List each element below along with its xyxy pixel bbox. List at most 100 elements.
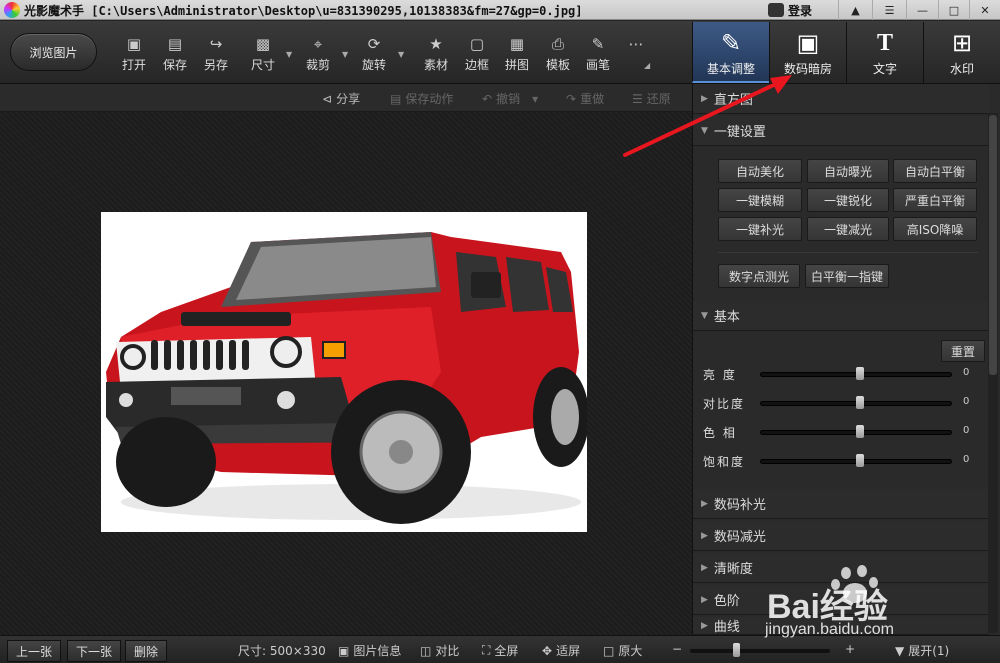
restore-button[interactable]: ☰ 还原 — [632, 90, 671, 107]
save-as-button[interactable]: ↪ 另存 — [196, 35, 236, 75]
digital-spot-metering-button[interactable]: 数字点测光 — [718, 264, 800, 288]
auto-exposure-button[interactable]: 自动曝光 — [807, 159, 889, 183]
tab-basic-adjust[interactable]: ✎ 基本调整 — [692, 22, 769, 83]
reset-button[interactable]: 重置 — [941, 340, 985, 362]
resize-dropdown-icon[interactable]: ▼ — [286, 50, 296, 60]
redo-button[interactable]: ↷ 重做 — [566, 90, 604, 107]
zoom-in-icon[interactable]: + — [845, 642, 855, 656]
undo-dropdown-icon[interactable]: ▾ — [532, 92, 538, 106]
material-button[interactable]: ★ 素材 — [416, 35, 456, 75]
close-icon[interactable]: ✕ — [969, 0, 1000, 20]
fit-screen-button[interactable]: ✥ 适屏 — [542, 642, 580, 659]
resize-button[interactable]: ▩ 尺寸 — [243, 35, 283, 75]
frame-button[interactable]: ▢ 边框 — [457, 35, 497, 75]
saturation-label: 饱和度 — [703, 454, 746, 469]
next-image-button[interactable]: 下一张 — [67, 640, 122, 662]
section-basic[interactable]: ▼ 基本 — [693, 301, 989, 331]
rotate-dropdown-icon[interactable]: ▼ — [398, 50, 408, 60]
edit-action-bar: ⊲ 分享 ▤ 保存动作 ↶ 撤销 ▾ ↷ 重做 ☰ 还原 — [0, 84, 692, 112]
collage-icon: ▦ — [509, 35, 525, 53]
section-oneclick[interactable]: ▼ 一键设置 — [693, 116, 989, 146]
image-info-button[interactable]: ▣ 图片信息 — [338, 642, 401, 659]
collapsed-arrow-icon: ▶ — [701, 620, 708, 631]
brush-button[interactable]: ✎ 画笔 — [578, 35, 618, 75]
section-reduce-light[interactable]: ▶ 数码减光 — [693, 521, 989, 551]
expand-corner-icon[interactable]: ◢ — [644, 61, 654, 71]
hue-slider[interactable]: 色 相 0 — [703, 422, 983, 442]
tab-text[interactable]: T 文字 — [846, 22, 923, 83]
contrast-thumb[interactable] — [856, 396, 864, 409]
fit-screen-icon: ✥ — [542, 643, 553, 658]
photo-preview[interactable] — [101, 212, 587, 532]
share-button[interactable]: ⊲ 分享 — [322, 90, 360, 107]
material-icon: ★ — [429, 35, 443, 53]
status-bar: 上一张 下一张 删除 尺寸: 500×330 ▣ 图片信息 ◫ 对比 ⛶ 全屏 … — [0, 635, 1000, 663]
zoom-slider[interactable] — [690, 649, 830, 653]
resize-icon: ▩ — [255, 35, 271, 53]
expanded-arrow-icon: ▼ — [701, 310, 708, 321]
app-logo-icon — [4, 2, 20, 18]
delete-button[interactable]: 删除 — [125, 640, 168, 662]
auto-white-balance-button[interactable]: 自动白平衡 — [893, 159, 977, 183]
oneclick-blur-button[interactable]: 一键模糊 — [718, 188, 802, 212]
login-button[interactable]: 登录 — [768, 0, 812, 20]
auto-beautify-button[interactable]: 自动美化 — [718, 159, 802, 183]
compare-button[interactable]: ◫ 对比 — [420, 642, 459, 659]
contrast-slider[interactable]: 对比度 0 — [703, 393, 983, 413]
fullscreen-label: 全屏 — [494, 644, 519, 658]
open-button[interactable]: ▣ 打开 — [114, 35, 154, 75]
rotate-icon: ⟳ — [367, 35, 381, 53]
collapsed-arrow-icon: ▶ — [701, 562, 708, 573]
maximize-icon[interactable]: □ — [938, 0, 969, 20]
crop-icon: ⌖ — [313, 35, 323, 53]
minimize-icon[interactable]: — — [906, 0, 938, 20]
panel-scrollbar[interactable] — [988, 113, 998, 633]
save-action-button[interactable]: ▤ 保存动作 — [390, 90, 453, 107]
collapsed-arrow-icon: ▶ — [701, 530, 708, 541]
adjust-icon: ✎ — [720, 29, 742, 57]
expand-filmstrip-button[interactable]: ▼ 展开(1) — [895, 642, 949, 659]
template-button[interactable]: ⎙ 模板 — [538, 35, 578, 75]
scrollbar-thumb[interactable] — [989, 115, 997, 375]
collage-button[interactable]: ▦ 拼图 — [497, 35, 537, 75]
oneclick-sharpen-button[interactable]: 一键锐化 — [807, 188, 889, 212]
skin-icon[interactable]: ▲ — [838, 0, 872, 20]
fullscreen-button[interactable]: ⛶ 全屏 — [482, 642, 518, 659]
save-button[interactable]: ▤ 保存 — [155, 35, 195, 75]
saturation-slider[interactable]: 饱和度 0 — [703, 451, 983, 471]
zoom-out-icon[interactable]: − — [672, 642, 682, 656]
collapsed-arrow-icon: ▶ — [701, 594, 708, 605]
tab-watermark[interactable]: ⊞ 水印 — [923, 22, 1000, 83]
high-iso-denoise-button[interactable]: 高ISO降噪 — [893, 217, 977, 241]
section-curves[interactable]: ▶ 曲线 — [693, 617, 989, 635]
severe-white-balance-button[interactable]: 严重白平衡 — [893, 188, 977, 212]
crop-dropdown-icon[interactable]: ▼ — [342, 50, 352, 60]
prev-image-button[interactable]: 上一张 — [7, 640, 62, 662]
rotate-button[interactable]: ⟳ 旋转 — [354, 35, 394, 75]
car-illustration — [106, 232, 587, 524]
crop-button[interactable]: ⌖ 裁剪 — [298, 35, 338, 75]
oneclick-reduce-light-button[interactable]: 一键减光 — [807, 217, 889, 241]
expanded-arrow-icon: ▼ — [701, 125, 708, 136]
reduce-light-label: 数码减光 — [713, 530, 766, 545]
undo-button[interactable]: ↶ 撤销 ▾ — [482, 90, 538, 107]
collapsed-arrow-icon: ▶ — [701, 498, 708, 509]
section-clarity[interactable]: ▶ 清晰度 — [693, 553, 989, 583]
section-fill-light[interactable]: ▶ 数码补光 — [693, 489, 989, 519]
save-icon: ▤ — [167, 35, 183, 53]
browse-images-button[interactable]: 浏览图片 — [10, 33, 97, 71]
white-balance-picker-button[interactable]: 白平衡一指键 — [805, 264, 889, 288]
brightness-slider[interactable]: 亮 度 0 — [703, 364, 983, 384]
contrast-value: 0 — [963, 396, 970, 407]
brightness-thumb[interactable] — [856, 367, 864, 380]
menu-icon[interactable]: ☰ — [872, 0, 906, 20]
zoom-thumb[interactable] — [733, 643, 740, 657]
section-levels[interactable]: ▶ 色阶 — [693, 585, 989, 615]
hue-thumb[interactable] — [856, 425, 864, 438]
oneclick-fill-light-button[interactable]: 一键补光 — [718, 217, 802, 241]
section-histogram[interactable]: ▶ 直方图 — [693, 84, 989, 114]
tab-digital-darkroom[interactable]: ▣ 数码暗房 — [769, 22, 846, 83]
fill-light-label: 数码补光 — [713, 498, 766, 513]
saturation-thumb[interactable] — [856, 454, 864, 467]
original-size-button[interactable]: □ 原大 — [603, 642, 642, 659]
